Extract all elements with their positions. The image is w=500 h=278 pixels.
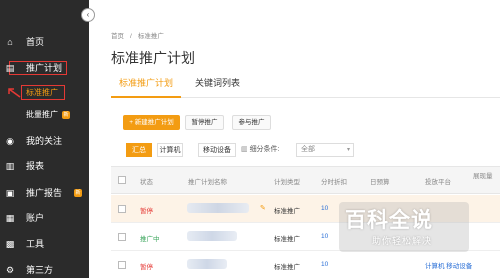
plan-name-redacted[interactable] (187, 203, 249, 213)
breadcrumb: 首页 / 标准推广 (111, 30, 170, 40)
column-header-status[interactable]: 状态 (140, 176, 153, 186)
sidebar-item-third-party[interactable]: ⚙ 第三方 (0, 262, 89, 278)
sidebar-item-following[interactable]: ◉ 我的关注 (0, 133, 89, 149)
column-header-time-discount[interactable]: 分时折扣 (321, 176, 347, 186)
sidebar-item-standard-promotion[interactable]: 标准推广 (0, 85, 89, 101)
sidebar-item-label: 报表 (26, 161, 45, 171)
sidebar-item-label: 首页 (26, 37, 45, 47)
sidebar-item-label: 账户 (26, 213, 45, 223)
filter-condition-label: ▥ 细分条件: (241, 143, 280, 157)
filter-icon: ▥ (241, 146, 250, 153)
new-badge: 新 (62, 111, 70, 119)
list-icon: ▤ (5, 63, 15, 73)
join-button[interactable]: 参与推广 (232, 115, 271, 130)
filter-condition-text: 细分条件: (249, 146, 280, 153)
sidebar-item-account[interactable]: ▦ 账户 (0, 210, 89, 226)
pause-button[interactable]: 暂停推广 (185, 115, 224, 130)
chevron-down-icon: ▾ (346, 147, 350, 153)
new-badge: 新 (74, 189, 82, 197)
watermark-subtitle: 助你轻松解决 (372, 236, 433, 246)
sidebar-item-label: 推广计划 (26, 63, 63, 73)
table-header: 状态 推广计划名称 计划类型 分时折扣 日预算 投放平台 展现量 (111, 166, 500, 194)
third-party-icon: ⚙ (5, 265, 15, 275)
plan-type: 标准推广 (274, 208, 300, 215)
main-content: 首页 / 标准推广 标准推广计划 标准推广计划 关键词列表 + 新建推广计划 暂停推… (89, 0, 500, 278)
table-row[interactable]: 暂停 标准推广 10 计算机 移动设备 (111, 251, 500, 278)
new-plan-button[interactable]: + 新建推广计划 (123, 115, 180, 130)
plan-type: 标准推广 (274, 236, 300, 243)
filter-condition-select[interactable]: 全部 ▾ (296, 143, 354, 157)
breadcrumb-separator: / (130, 33, 132, 40)
sidebar-item-label: 第三方 (26, 265, 54, 275)
time-discount[interactable]: 10 (321, 261, 328, 268)
sidebar-item-label: 批量推广 (26, 110, 58, 119)
sidebar-item-home[interactable]: ⌂ 首页 (0, 34, 89, 50)
sidebar-item-batch-promotion[interactable]: 批量推广 新 (0, 107, 89, 123)
column-header-impressions[interactable]: 展现量 (473, 170, 493, 180)
edit-pencil-icon[interactable]: ✎ (260, 204, 266, 212)
briefcase-icon: ▣ (5, 188, 15, 198)
sidebar-collapse-button[interactable]: ‹ (81, 8, 95, 22)
account-icon: ▦ (5, 213, 15, 223)
segment-computer[interactable]: 计算机 (157, 143, 183, 157)
tab-standard-plans[interactable]: 标准推广计划 (111, 76, 182, 98)
sidebar-item-label: 推广报告 (26, 188, 63, 198)
breadcrumb-current: 标准推广 (137, 33, 164, 40)
status-label[interactable]: 暂停 (140, 205, 153, 215)
select-value: 全部 (301, 146, 315, 153)
row-checkbox[interactable] (118, 233, 126, 241)
plan-name-redacted[interactable] (187, 231, 237, 241)
column-header-platform[interactable]: 投放平台 (425, 176, 451, 186)
eye-icon: ◉ (6, 136, 14, 146)
plan-name-redacted[interactable] (187, 259, 227, 269)
breadcrumb-home[interactable]: 首页 (111, 33, 124, 40)
home-icon: ⌂ (7, 37, 13, 47)
sidebar-item-promotion-plan[interactable]: ▤ 推广计划 (0, 60, 89, 76)
status-label[interactable]: 暂停 (140, 261, 153, 271)
platform-value[interactable]: 计算机 移动设备 (425, 260, 472, 270)
report-icon: ▥ (5, 161, 15, 171)
row-checkbox[interactable] (118, 261, 126, 269)
sidebar-item-tools[interactable]: ▩ 工具 (0, 236, 89, 252)
column-header-plan-name[interactable]: 推广计划名称 (188, 176, 227, 186)
segment-summary[interactable]: 汇总 (126, 143, 152, 157)
sidebar-item-promotion-report[interactable]: ▣ 推广报告 新 (0, 185, 89, 201)
plan-type: 标准推广 (274, 264, 300, 271)
row-checkbox[interactable] (118, 205, 126, 213)
column-header-daily-budget[interactable]: 日预算 (370, 176, 390, 186)
segment-mobile[interactable]: 移动设备 (198, 143, 236, 157)
column-header-plan-type[interactable]: 计划类型 (274, 176, 300, 186)
tab-bar: 标准推广计划 关键词列表 (111, 76, 500, 98)
watermark-title: 百科全说 (345, 209, 433, 232)
watermark-logo: 百科全说 助你轻松解决 (339, 202, 475, 254)
status-label[interactable]: 推广中 (140, 233, 160, 243)
page-title: 标准推广计划 (111, 50, 195, 66)
tool-icon: ▩ (5, 239, 15, 249)
sidebar-item-report[interactable]: ▥ 报表 (0, 158, 89, 174)
sidebar-item-label: 工具 (26, 239, 45, 249)
sidebar-item-label: 标准推广 (26, 88, 58, 97)
sidebar: ⌂ 首页 ▤ 推广计划 标准推广 批量推广 新 ◉ 我的关注 ▥ 报表 ▣ 推广… (0, 0, 89, 278)
time-discount[interactable]: 10 (321, 233, 328, 240)
sidebar-item-label: 我的关注 (26, 136, 63, 146)
tab-keyword-list[interactable]: 关键词列表 (195, 76, 240, 98)
time-discount[interactable]: 10 (321, 205, 328, 212)
select-all-checkbox[interactable] (118, 176, 126, 184)
